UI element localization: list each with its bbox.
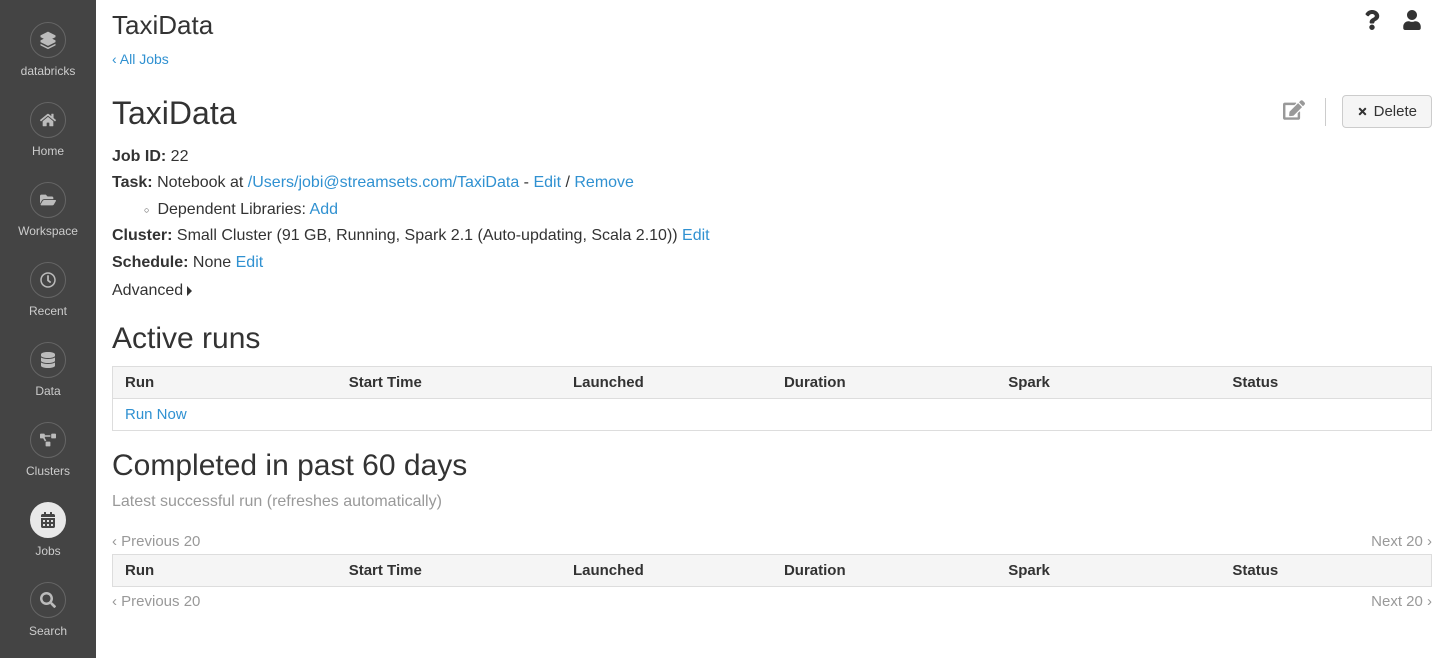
- col-run: Run: [113, 367, 337, 399]
- task-line: Task: Notebook at /Users/jobi@streamsets…: [112, 170, 1432, 196]
- pager-bottom: ‹ Previous 20 Next 20 ›: [112, 593, 1432, 610]
- next-page[interactable]: Next 20 ›: [1371, 593, 1432, 610]
- completed-table: Run Start Time Launched Duration Spark S…: [112, 554, 1432, 587]
- task-sep2: /: [561, 174, 574, 191]
- job-id-line: Job ID: 22: [112, 144, 1432, 170]
- sidebar-item-label: Workspace: [18, 224, 78, 238]
- col-start: Start Time: [337, 367, 561, 399]
- calendar-icon: [30, 502, 66, 538]
- col-status: Status: [1220, 555, 1431, 587]
- table-header-row: Run Start Time Launched Duration Spark S…: [113, 555, 1432, 587]
- task-remove-link[interactable]: Remove: [574, 174, 634, 191]
- schedule-value: None: [193, 254, 236, 271]
- divider: [1325, 98, 1326, 126]
- col-spark: Spark: [996, 555, 1220, 587]
- job-title-wrap: TaxiData: [112, 95, 237, 132]
- completed-title: Completed in past 60 days: [112, 449, 1432, 483]
- sidebar-item-recent[interactable]: Recent: [0, 250, 96, 330]
- schedule-label: Schedule:: [112, 254, 188, 271]
- table-row: Run Now: [113, 399, 1432, 431]
- table-header-row: Run Start Time Launched Duration Spark S…: [113, 367, 1432, 399]
- sidebar-item-workspace[interactable]: Workspace: [0, 170, 96, 250]
- job-actions: Delete: [1279, 95, 1432, 128]
- schedule-line: Schedule: None Edit: [112, 250, 1432, 276]
- sidebar-item-clusters[interactable]: Clusters: [0, 410, 96, 490]
- edit-icon: [1283, 99, 1305, 121]
- run-now-link[interactable]: Run Now: [125, 406, 187, 423]
- sidebar-item-label: Data: [35, 384, 60, 398]
- sidebar-item-label: Home: [32, 144, 64, 158]
- database-icon: [30, 342, 66, 378]
- col-duration: Duration: [772, 555, 996, 587]
- task-label: Task:: [112, 174, 153, 191]
- sidebar-item-label: Clusters: [26, 464, 70, 478]
- sidebar-item-label: databricks: [21, 64, 76, 78]
- help-button[interactable]: [1364, 10, 1380, 33]
- search-icon: [30, 582, 66, 618]
- task-sep: -: [519, 174, 533, 191]
- col-run: Run: [113, 555, 337, 587]
- sidebar-item-label: Search: [29, 624, 67, 638]
- sidebar-item-data[interactable]: Data: [0, 330, 96, 410]
- clock-icon: [30, 262, 66, 298]
- job-title: TaxiData: [112, 95, 237, 132]
- sidebar-item-label: Recent: [29, 304, 67, 318]
- advanced-label: Advanced: [112, 278, 183, 304]
- task-edit-link[interactable]: Edit: [533, 174, 561, 191]
- col-duration: Duration: [772, 367, 996, 399]
- caret-right-icon: [187, 286, 192, 296]
- dep-lib-label: Dependent Libraries:: [157, 201, 309, 218]
- home-icon: [30, 102, 66, 138]
- cluster-label: Cluster:: [112, 227, 172, 244]
- delete-button[interactable]: Delete: [1342, 95, 1432, 128]
- schedule-edit-link[interactable]: Edit: [236, 254, 264, 271]
- folder-icon: [30, 182, 66, 218]
- job-id-value: 22: [171, 148, 189, 165]
- delete-label: Delete: [1374, 103, 1417, 120]
- sidebar-item-home[interactable]: Home: [0, 90, 96, 170]
- user-button[interactable]: [1402, 10, 1422, 33]
- cluster-line: Cluster: Small Cluster (91 GB, Running, …: [112, 223, 1432, 249]
- cluster-icon: [30, 422, 66, 458]
- col-launched: Launched: [561, 555, 772, 587]
- databricks-icon: [30, 22, 66, 58]
- pager-top: ‹ Previous 20 Next 20 ›: [112, 533, 1432, 550]
- cluster-value: Small Cluster (91 GB, Running, Spark 2.1…: [177, 227, 682, 244]
- sidebar-item-jobs[interactable]: Jobs: [0, 490, 96, 570]
- edit-title-button[interactable]: [1279, 95, 1309, 128]
- active-runs-table: Run Start Time Launched Duration Spark S…: [112, 366, 1432, 431]
- sidebar-item-search[interactable]: Search: [0, 570, 96, 650]
- refresh-note: Latest successful run (refreshes automat…: [112, 493, 1432, 511]
- close-icon: [1357, 106, 1368, 117]
- back-link[interactable]: ‹ All Jobs: [112, 51, 169, 67]
- col-spark: Spark: [996, 367, 1220, 399]
- job-meta: Job ID: 22 Task: Notebook at /Users/jobi…: [112, 144, 1432, 304]
- prev-page[interactable]: ‹ Previous 20: [112, 533, 200, 550]
- sidebar: databricks Home Workspace Recent Data Cl…: [0, 0, 96, 658]
- task-prefix: Notebook at: [157, 174, 248, 191]
- job-id-label: Job ID:: [112, 148, 166, 165]
- cluster-edit-link[interactable]: Edit: [682, 227, 710, 244]
- dep-lib-add-link[interactable]: Add: [310, 201, 338, 218]
- bullet-icon: ○: [144, 203, 149, 218]
- sidebar-item-label: Jobs: [35, 544, 60, 558]
- next-page[interactable]: Next 20 ›: [1371, 533, 1432, 550]
- dep-lib-line: ○ Dependent Libraries: Add: [112, 197, 1432, 223]
- advanced-toggle[interactable]: Advanced: [112, 278, 1432, 304]
- task-path-link[interactable]: /Users/jobi@streamsets.com/TaxiData: [248, 174, 519, 191]
- col-launched: Launched: [561, 367, 772, 399]
- main-content: TaxiData ‹ All Jobs TaxiData Delete Job …: [96, 0, 1452, 658]
- col-status: Status: [1220, 367, 1431, 399]
- active-runs-title: Active runs: [112, 322, 1432, 356]
- sidebar-item-brand[interactable]: databricks: [0, 10, 96, 90]
- topbar: [1364, 10, 1422, 33]
- col-start: Start Time: [337, 555, 561, 587]
- page-title: TaxiData: [112, 10, 1432, 41]
- prev-page[interactable]: ‹ Previous 20: [112, 593, 200, 610]
